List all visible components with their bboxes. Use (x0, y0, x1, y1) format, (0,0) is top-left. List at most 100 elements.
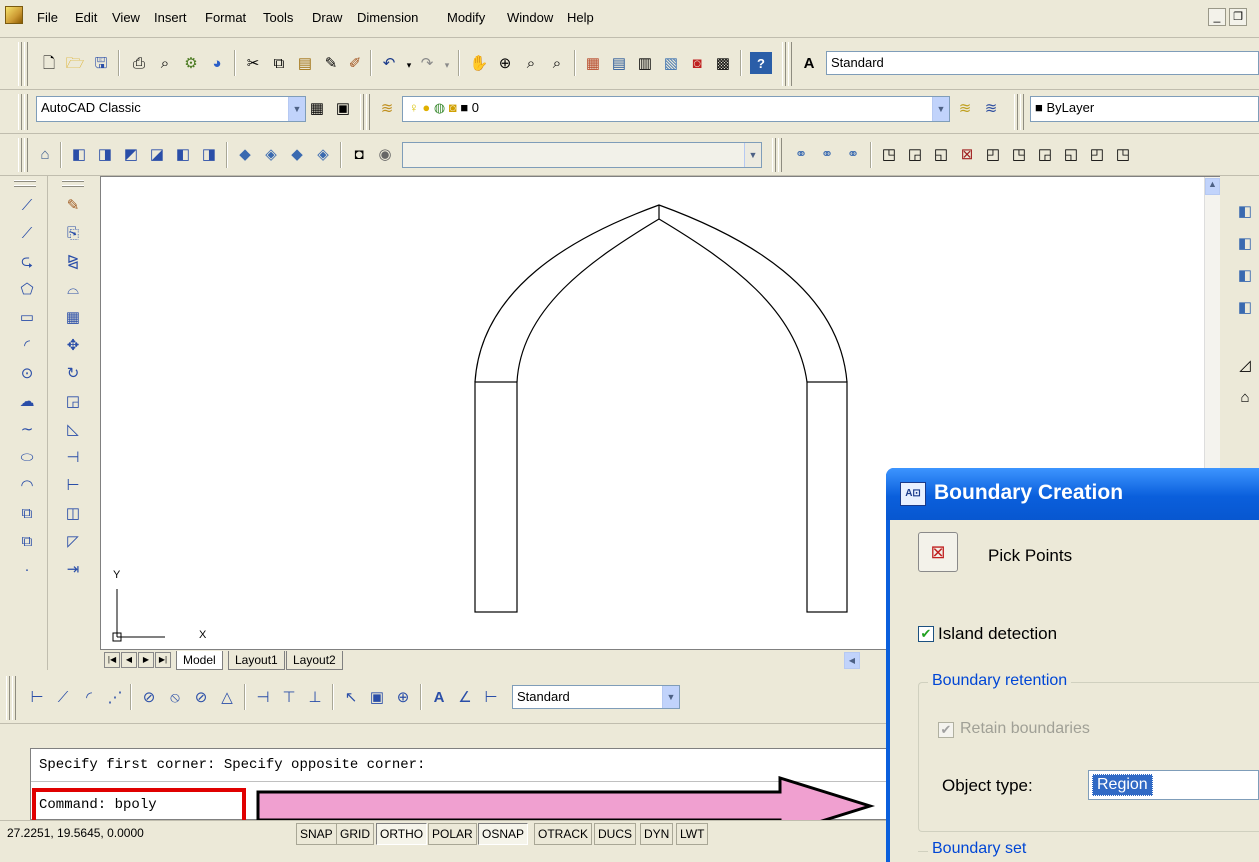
grid-toggle[interactable]: GRID (336, 823, 374, 845)
taper-faces-icon[interactable]: ◳ (1008, 143, 1030, 165)
match-properties-icon[interactable]: ✎ (320, 52, 342, 74)
3d-dwf-icon[interactable]: ◕ (206, 52, 228, 74)
mirror-icon[interactable]: ⧎ (62, 250, 84, 272)
extra-faces-icon[interactable]: ◳ (1112, 143, 1134, 165)
app-icon[interactable] (5, 6, 23, 24)
extend-icon[interactable]: ⊢ (62, 474, 84, 496)
solid-tool-icon[interactable]: ◿ (1234, 354, 1256, 376)
plot-icon[interactable]: ⎙ (128, 52, 150, 74)
rotate-faces-icon[interactable]: ◰ (982, 143, 1004, 165)
redo-icon[interactable]: ↷ (416, 52, 438, 74)
paste-icon[interactable]: ▤ (294, 52, 316, 74)
dim-edit-icon[interactable]: A (428, 686, 450, 708)
ellipse-icon[interactable]: ⬭ (16, 446, 38, 468)
polygon-icon[interactable]: ⬠ (16, 278, 38, 300)
color-select[interactable]: ■ ByLayer (1030, 96, 1259, 122)
block-editor-icon[interactable]: ✐ (344, 52, 366, 74)
box-tool-icon[interactable]: ⌂ (1234, 386, 1256, 408)
layer-tool-1-icon[interactable]: ◧ (1234, 200, 1256, 222)
erase-icon[interactable]: ✎ (62, 194, 84, 216)
color-faces-icon[interactable]: ◱ (1060, 143, 1082, 165)
extrude-faces-icon[interactable]: ◳ (878, 143, 900, 165)
move-faces-icon[interactable]: ◲ (904, 143, 926, 165)
arc-length-icon[interactable]: ◜ (78, 686, 100, 708)
construction-line-icon[interactable]: ⟋ (16, 222, 38, 244)
my-workspace-icon[interactable]: ▣ (332, 97, 354, 119)
render-icon[interactable]: ⌂ (34, 143, 56, 165)
dyn-toggle[interactable]: DYN (640, 823, 674, 845)
zoom-previous-icon[interactable]: ⌕ (546, 52, 568, 74)
dim-style-select[interactable]: Standard ▼ (512, 685, 680, 709)
continue-icon[interactable]: ⊥ (304, 686, 326, 708)
restore-button[interactable]: ❐ (1229, 8, 1247, 26)
layer-tool-2-icon[interactable]: ◧ (1234, 232, 1256, 254)
sheet-set-icon[interactable]: ▧ (660, 52, 682, 74)
rotate-icon[interactable]: ↻ (62, 362, 84, 384)
stretch-icon[interactable]: ◺ (62, 418, 84, 440)
menu-tools[interactable]: Tools (263, 10, 293, 25)
osnap-toggle[interactable]: OSNAP (478, 823, 529, 845)
copy-faces-icon[interactable]: ◲ (1034, 143, 1056, 165)
array-icon[interactable]: ▦ (62, 306, 84, 328)
menu-help[interactable]: Help (567, 10, 594, 25)
snap-toggle[interactable]: SNAP (296, 823, 337, 845)
more-faces-icon[interactable]: ◰ (1086, 143, 1108, 165)
dim-text-edit-icon[interactable]: ∠ (454, 686, 476, 708)
menu-insert[interactable]: Insert (154, 10, 187, 25)
publish-icon[interactable]: ⚙ (180, 52, 202, 74)
rectangle-icon[interactable]: ▭ (16, 306, 38, 328)
view-front-icon[interactable]: ◧ (172, 143, 194, 165)
tab-model[interactable]: Model (176, 651, 223, 670)
pick-points-button[interactable]: ⊠ (918, 532, 958, 572)
sw-iso-icon[interactable]: ◆ (234, 143, 256, 165)
trim-icon[interactable]: ⊣ (62, 446, 84, 468)
open-icon[interactable]: 🗁 (64, 52, 86, 74)
layer-select[interactable]: ♀ ● ◍ ◙ ■ 0 ▼ (402, 96, 950, 122)
view-bottom-icon[interactable]: ◨ (94, 143, 116, 165)
tab-layout2[interactable]: Layout2 (286, 651, 343, 670)
ducs-toggle[interactable]: DUCS (594, 823, 637, 845)
polar-toggle[interactable]: POLAR (428, 823, 477, 845)
markup-icon[interactable]: ◙ (686, 52, 708, 74)
aligned-dim-icon[interactable]: ⟋ (52, 686, 74, 708)
delete-faces-icon[interactable]: ⊠ (956, 143, 978, 165)
join-icon[interactable]: ⇥ (62, 558, 84, 580)
tab-prev-button[interactable]: ◀ (121, 652, 137, 668)
insert-block-icon[interactable]: ⧉ (16, 502, 38, 524)
view-top-icon[interactable]: ◧ (68, 143, 90, 165)
layer-previous-icon[interactable]: ≋ (980, 97, 1002, 119)
scale-icon[interactable]: ◲ (62, 390, 84, 412)
point-icon[interactable]: · (16, 558, 38, 580)
make-current-layer-icon[interactable]: ≋ (954, 97, 976, 119)
diameter-icon[interactable]: ⊘ (190, 686, 212, 708)
nw-iso-icon[interactable]: ◈ (312, 143, 334, 165)
subtract-icon[interactable]: ⚭ (816, 143, 838, 165)
break-icon[interactable]: ◫ (62, 502, 84, 524)
radius-icon[interactable]: ⊘ (138, 686, 160, 708)
tab-last-button[interactable]: ▶| (155, 652, 171, 668)
layer-manager-icon[interactable]: ≋ (376, 97, 398, 119)
tolerance-icon[interactable]: ▣ (366, 686, 388, 708)
ellipse-arc-icon[interactable]: ◠ (16, 474, 38, 496)
circle-icon[interactable]: ⊙ (16, 362, 38, 384)
view-left-icon[interactable]: ◩ (120, 143, 142, 165)
tool-palettes-icon[interactable]: ▥ (634, 52, 656, 74)
text-style-select[interactable]: Standard (826, 51, 1259, 75)
zoom-realtime-icon[interactable]: ⊕ (494, 52, 516, 74)
quick-dim-icon[interactable]: ⊣ (252, 686, 274, 708)
object-type-select[interactable]: Region (1088, 770, 1259, 800)
tab-first-button[interactable]: |◀ (104, 652, 120, 668)
polyline-icon[interactable]: ⮎ (16, 250, 38, 272)
minimize-button[interactable]: _ (1208, 8, 1226, 26)
menu-format[interactable]: Format (205, 10, 246, 25)
menu-window[interactable]: Window (507, 10, 553, 25)
offset-icon[interactable]: ⌓ (62, 278, 84, 300)
revision-cloud-icon[interactable]: ☁ (16, 390, 38, 412)
dialog-titlebar[interactable]: A⊡ Boundary Creation (886, 468, 1259, 520)
tab-next-button[interactable]: ▶ (138, 652, 154, 668)
help-icon[interactable]: ? (750, 52, 772, 74)
menu-view[interactable]: View (112, 10, 140, 25)
horizontal-scroll-left[interactable]: ◀ (844, 652, 860, 669)
design-center-icon[interactable]: ▤ (608, 52, 630, 74)
workspace-select[interactable]: AutoCAD Classic ▼ (36, 96, 306, 122)
